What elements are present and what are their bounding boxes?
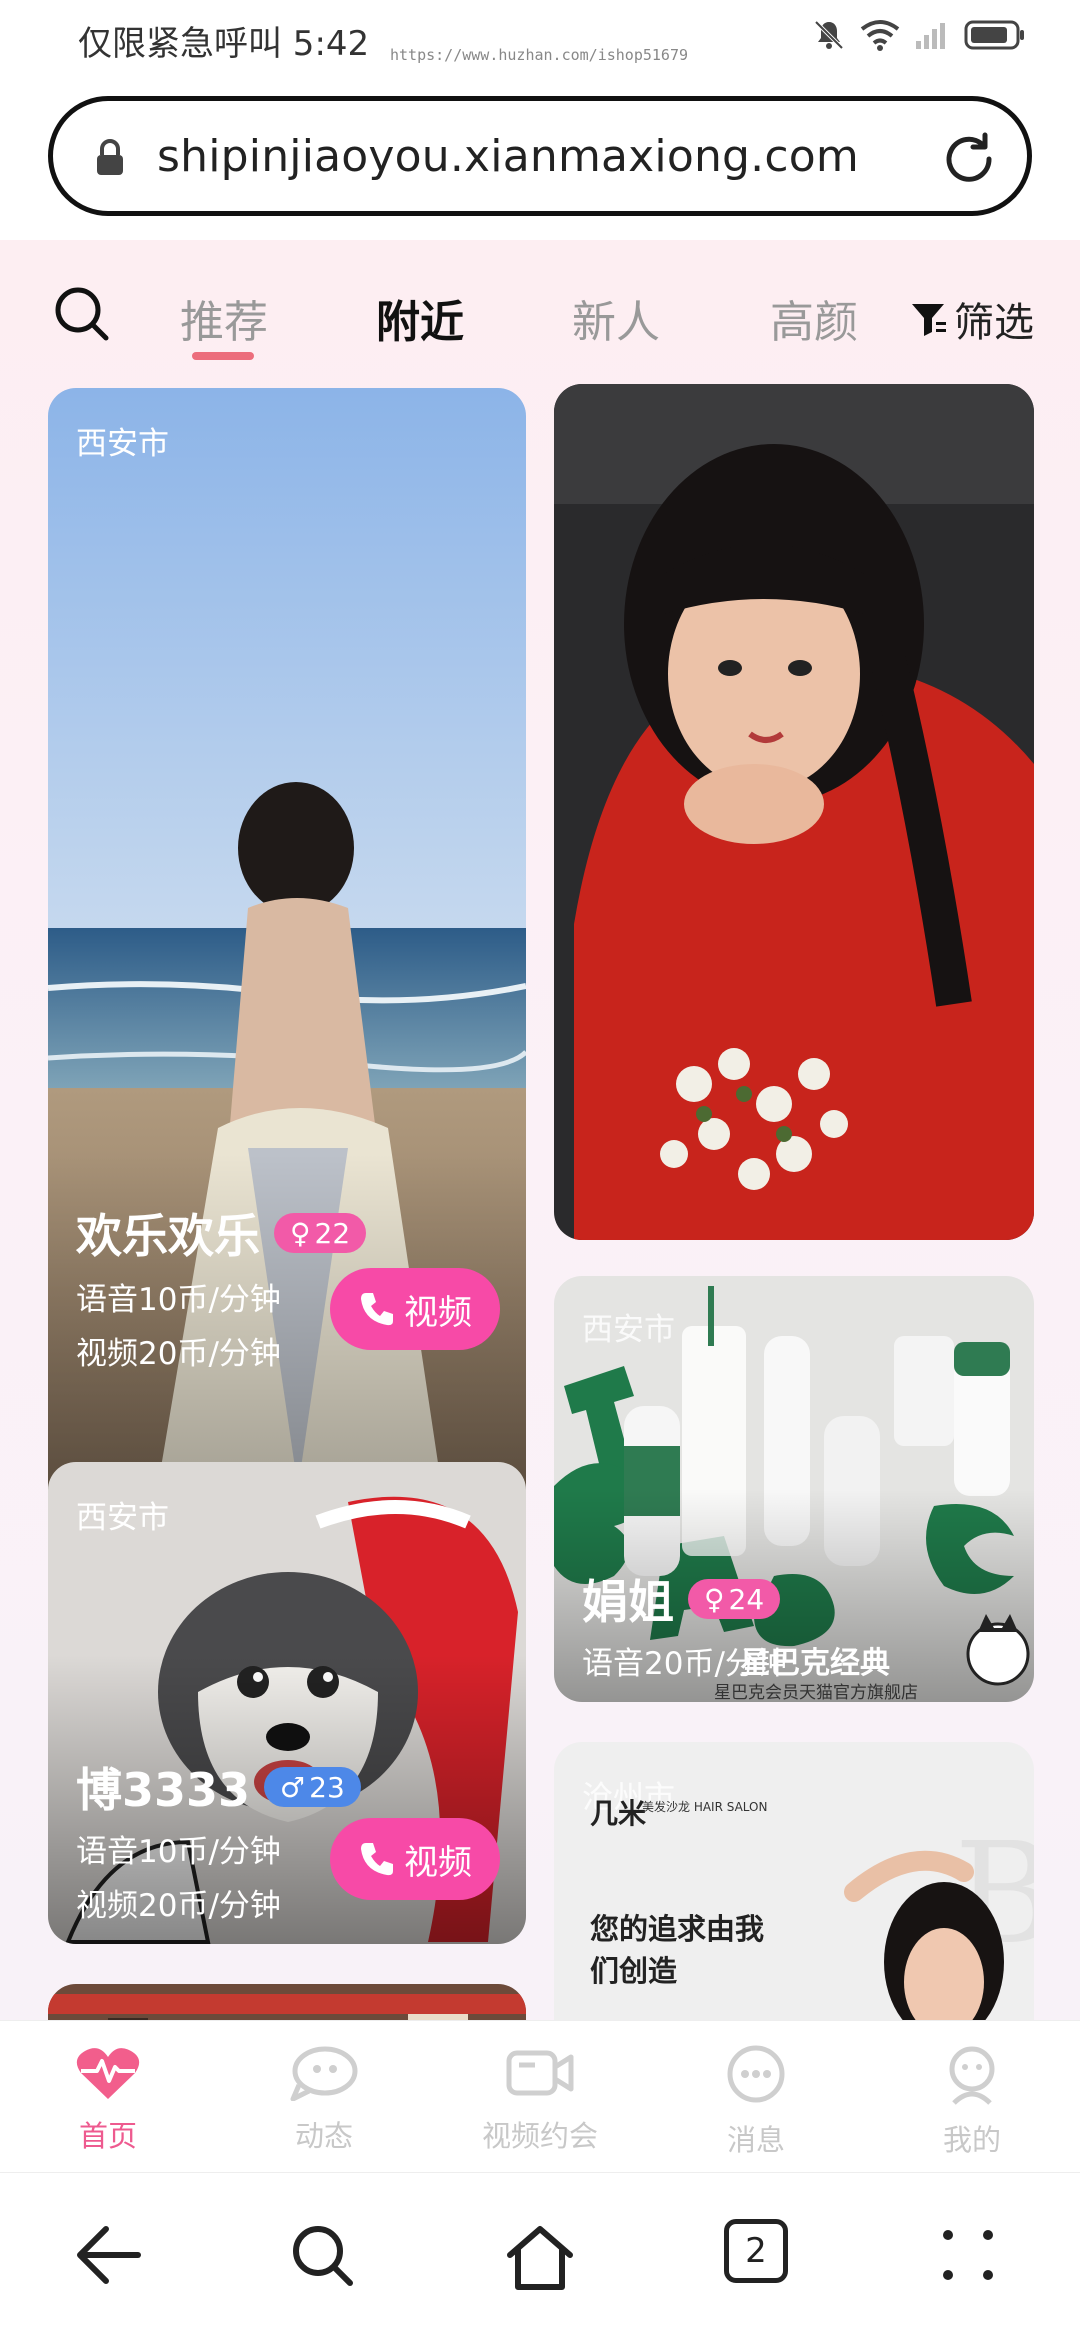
filter-label: 筛选: [954, 300, 1034, 346]
card-name-row: 博3333 ♂ 23: [76, 1754, 361, 1820]
female-icon: ♀: [704, 1582, 725, 1616]
nav-profile-label: 我的: [942, 2123, 1001, 2157]
user-card[interactable]: [554, 384, 1034, 1240]
user-card[interactable]: 西安市 博3333 ♂ 23 语音10币/分钟 视频20币/分钟 视频: [48, 1462, 526, 1944]
tab-active-indicator: [192, 352, 254, 360]
gender-age-badge: ♀ 24: [688, 1579, 781, 1619]
card-city: 西安市: [76, 426, 169, 462]
search-icon[interactable]: [52, 284, 112, 344]
phone-icon: [361, 1293, 393, 1326]
voice-price: 语音10币/分钟: [76, 1282, 281, 1318]
nav-video-date-label: 视频约会: [481, 2119, 598, 2153]
card-name: 欢乐欢乐: [76, 1209, 260, 1263]
card-photo-portrait: [554, 384, 1034, 1240]
battery-icon: [964, 20, 1024, 50]
ad-subline: 星巴克会员天猫官方旗舰店: [714, 1683, 918, 1702]
search-icon[interactable]: [290, 2223, 356, 2289]
user-card[interactable]: [48, 1984, 526, 2020]
male-icon: ♂: [280, 1770, 306, 1804]
card-name: 博3333: [76, 1763, 251, 1817]
tab-count: 2: [745, 2231, 767, 2271]
female-icon: ♀: [290, 1216, 311, 1250]
mute-bell-icon: [814, 20, 844, 50]
gender-age-badge: ♀ 22: [274, 1213, 367, 1253]
video-camera-icon: [506, 2050, 574, 2096]
browser-toolbar: 2: [0, 2172, 1080, 2340]
menu-dots-icon[interactable]: [940, 2227, 996, 2283]
video-call-label: 视频: [404, 1842, 472, 1883]
ad-logo-sub: 美发沙龙 HAIR SALON: [642, 1800, 768, 1814]
age-label: 23: [309, 1770, 345, 1804]
age-label: 24: [728, 1582, 765, 1616]
gender-age-badge: ♂ 23: [264, 1767, 361, 1807]
app-content: 推荐 附近 新人 高颜 筛选 西安市 欢乐欢乐 ♀ 22 语音10币/分钟 视频…: [0, 240, 1080, 2020]
watermark-text: https://www.huzhan.com/ishop51679: [390, 46, 689, 64]
address-bar[interactable]: shipinjiaoyou.xianmaxiong.com: [48, 96, 1032, 216]
video-call-button[interactable]: 视频: [330, 1268, 500, 1350]
user-icon: [949, 2046, 995, 2105]
nav-moments[interactable]: 动态: [244, 2045, 404, 2155]
ad-card[interactable]: B 沧州市 几米 美发沙龙 HAIR SALON 您的追求由我们创造: [554, 1742, 1034, 2020]
tab-newcomer[interactable]: 新人: [572, 286, 660, 350]
home-icon[interactable]: [504, 2223, 576, 2293]
video-call-label: 视频: [404, 1292, 472, 1333]
nav-video-date[interactable]: 视频约会: [460, 2045, 620, 2155]
video-call-button[interactable]: 视频: [330, 1818, 500, 1900]
tab-recommend[interactable]: 推荐: [180, 286, 268, 350]
card-name: 娟姐: [582, 1575, 674, 1629]
status-icons: [812, 18, 1026, 52]
category-tabs: 推荐 附近 新人 高颜 筛选: [0, 240, 1080, 370]
nav-home-label: 首页: [78, 2119, 137, 2153]
phone-icon: [361, 1843, 393, 1876]
ad-headline: 星巴克经典: [740, 1646, 890, 1681]
voice-price: 语音10币/分钟: [76, 1834, 281, 1870]
card-photo-street: [48, 1984, 526, 2020]
tab-good-looking[interactable]: 高颜: [770, 286, 858, 350]
tab-nearby[interactable]: 附近: [376, 286, 464, 350]
reload-icon[interactable]: [939, 129, 999, 189]
card-name-row: 娟姐 ♀ 24: [582, 1566, 781, 1632]
card-city: 西安市: [76, 1500, 169, 1536]
ad-logo: 几米: [590, 1797, 647, 1830]
nav-moments-label: 动态: [294, 2119, 353, 2153]
video-price: 视频20币/分钟: [76, 1888, 281, 1924]
heart-pulse-icon: [76, 2048, 140, 2099]
card-name-row: 欢乐欢乐 ♀ 22: [76, 1200, 367, 1266]
filter-button[interactable]: 筛选: [910, 290, 1034, 348]
lock-icon: [97, 139, 123, 175]
back-arrow-icon[interactable]: [72, 2223, 144, 2287]
filter-icon: [912, 304, 946, 336]
nav-profile[interactable]: 我的: [892, 2045, 1052, 2159]
status-bar: 仅限紧急呼叫 5:42 https://www.huzhan.com/ishop…: [0, 0, 1080, 86]
bottom-nav: 首页 动态 视频约会 消息 我的: [0, 2020, 1080, 2170]
status-time: 仅限紧急呼叫 5:42: [78, 24, 370, 64]
ad-title: 您的追求由我们创造: [590, 1912, 765, 1988]
tab-count-button[interactable]: 2: [724, 2219, 788, 2283]
message-bubble-icon: [727, 2045, 785, 2103]
ad-card[interactable]: 西安市 娟姐 ♀ 24 语音20币/分钟 星巴克经典 星巴克会员天猫官方旗舰店: [554, 1276, 1034, 1702]
url-text[interactable]: shipinjiaoyou.xianmaxiong.com: [157, 131, 859, 182]
age-label: 22: [314, 1216, 351, 1250]
nav-messages[interactable]: 消息: [676, 2045, 836, 2159]
video-price: 视频20币/分钟: [76, 1336, 281, 1372]
signal-icon: [916, 23, 945, 49]
nav-messages-label: 消息: [726, 2123, 785, 2157]
chat-face-icon: [290, 2046, 358, 2102]
card-city: 西安市: [582, 1312, 675, 1348]
nav-home[interactable]: 首页: [28, 2045, 188, 2155]
wifi-icon: [860, 20, 900, 51]
